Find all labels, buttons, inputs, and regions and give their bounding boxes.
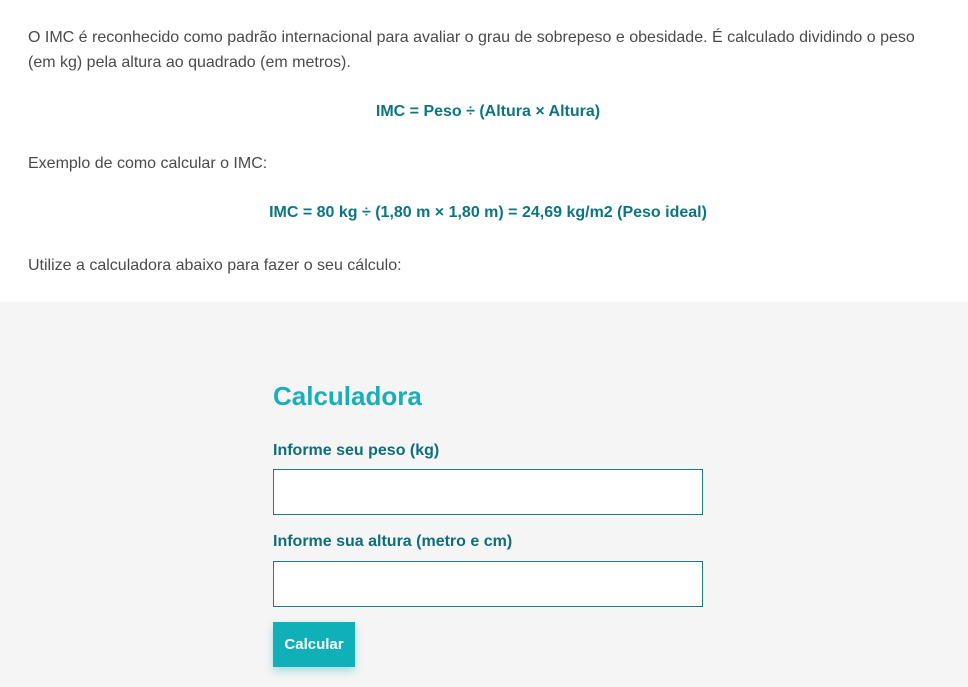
example-formula: IMC = 80 kg ÷ (1,80 m × 1,80 m) = 24,69 … — [269, 204, 707, 221]
calculator-title: Calculadora — [273, 381, 422, 411]
imc-formula: IMC = Peso ÷ (Altura × Altura) — [375, 103, 601, 120]
calculator-instruction: Utilize a calculadora abaixo para fazer … — [28, 257, 402, 274]
calculator-section: Calculadora Informe seu peso (kg) Inform… — [0, 302, 968, 687]
height-label: Informe sua altura (metro e cm) — [273, 533, 513, 550]
calculate-button[interactable]: Calcular — [273, 622, 355, 667]
intro-paragraph: O IMC é reconhecido como padrão internac… — [28, 29, 915, 71]
height-input[interactable] — [273, 561, 703, 607]
intro-section: O IMC é reconhecido como padrão internac… — [0, 0, 968, 302]
weight-input[interactable] — [273, 469, 703, 515]
weight-label: Informe seu peso (kg) — [273, 442, 440, 459]
example-label: Exemplo de como calcular o IMC: — [28, 155, 268, 172]
